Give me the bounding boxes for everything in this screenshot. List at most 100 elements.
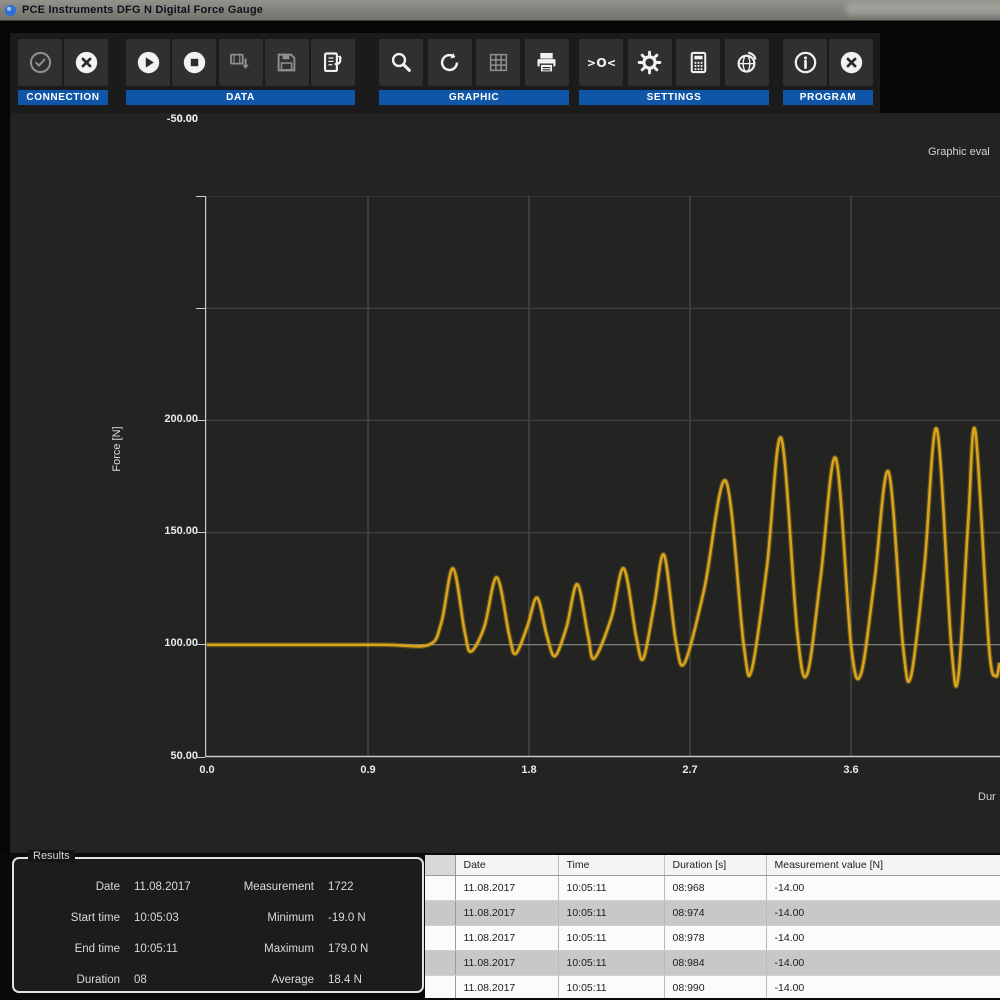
x-axis-label: Dur (978, 791, 996, 803)
y-tick-mark (196, 308, 205, 309)
table-cell: -14.00 (766, 875, 1000, 901)
y-tick-mark (196, 644, 205, 645)
calculator-button[interactable] (676, 39, 721, 86)
table-row[interactable]: 11.08.2017 10:05:11 08:974 -14.00 (425, 900, 1000, 926)
result-label: Start time (70, 911, 120, 924)
column-header[interactable]: Time (558, 855, 665, 876)
info-circle-icon (792, 49, 819, 76)
result-field: Maximum 179.0 N (214, 933, 414, 964)
check-circle-icon (27, 49, 54, 76)
connect-button[interactable] (18, 39, 62, 86)
row-selector[interactable] (425, 925, 456, 951)
toolbar-group-label: PROGRAM (783, 90, 873, 105)
table-cell: 11.08.2017 (455, 900, 559, 926)
magnifier-icon (388, 49, 415, 76)
zoom-button[interactable] (379, 39, 423, 86)
settings-button[interactable] (627, 39, 672, 86)
gear-icon (636, 49, 663, 76)
exit-button[interactable] (829, 39, 873, 86)
result-field: Average 18.4 N (214, 964, 414, 995)
chart-title: Graphic eval (928, 146, 990, 158)
table-cell: 11.08.2017 (455, 950, 559, 976)
toolbar-group-connection: CONNECTION (18, 39, 108, 105)
result-label: Maximum (264, 942, 314, 955)
disconnect-button[interactable] (64, 39, 108, 86)
info-button[interactable] (783, 39, 827, 86)
calculator-icon (685, 49, 712, 76)
table-row[interactable]: 11.08.2017 10:05:11 08:978 -14.00 (425, 925, 1000, 951)
result-field: Duration 08 (20, 964, 210, 995)
column-header[interactable]: Date (455, 855, 559, 876)
row-selector[interactable] (425, 900, 456, 926)
save-data-button[interactable] (264, 39, 309, 86)
refresh-icon (436, 49, 463, 76)
export-data-button[interactable] (311, 39, 355, 86)
result-field: End time 10:05:11 (20, 933, 210, 964)
stop-measurement-button[interactable] (172, 39, 217, 86)
x-tick-label: 0.0 (199, 764, 215, 776)
table-row[interactable]: 11.08.2017 10:05:11 08:984 -14.00 (425, 950, 1000, 976)
tare-button[interactable]: >O< (579, 39, 623, 86)
measurement-table: Date Time Duration [s] Measurement value [N… (425, 855, 1000, 998)
x-tick-label: 0.9 (360, 764, 376, 776)
play-circle-icon (135, 49, 162, 76)
table-cell: 10:05:11 (558, 900, 665, 926)
force-curve (207, 425, 1000, 689)
title-bar: PCE Instruments DFG N Digital Force Gaug… (0, 0, 1000, 21)
start-measurement-button[interactable] (126, 39, 170, 86)
force-curve (207, 426, 1000, 688)
toolbar-group-label: SETTINGS (579, 90, 769, 105)
table-cell: 10:05:11 (558, 925, 665, 951)
table-cell: -14.00 (766, 900, 1000, 926)
column-header[interactable]: Measurement value [N] (766, 855, 1000, 876)
table-cell: 08:990 (664, 975, 767, 998)
result-value: 1722 (328, 880, 354, 893)
app-icon[interactable] (4, 4, 17, 17)
export-document-icon (320, 49, 347, 76)
y-tick-mark (196, 196, 205, 197)
row-selector[interactable] (425, 975, 456, 998)
result-label: Duration (76, 973, 120, 986)
toolbar: CONNECTION DATA GRAPHIC >O< SETTINGS PROGRAM (10, 33, 880, 113)
table-cell: 10:05:11 (558, 975, 665, 998)
x-tick-label: 2.7 (682, 764, 698, 776)
result-value: 10:05:11 (134, 942, 178, 955)
y-tick-label: -50.00 (166, 113, 198, 125)
save-icon (273, 49, 300, 76)
print-button[interactable] (524, 39, 569, 86)
column-header[interactable]: Duration [s] (664, 855, 767, 876)
toolbar-group-label: DATA (126, 90, 355, 105)
printer-icon (533, 49, 560, 76)
result-value: 10:05:03 (134, 911, 179, 924)
transfer-data-button[interactable] (218, 39, 263, 86)
table-cell: 08:974 (664, 900, 767, 926)
globe-icon (733, 49, 760, 76)
result-value: -19.0 N (328, 911, 366, 924)
toolbar-group-label: CONNECTION (18, 90, 108, 105)
table-row[interactable]: 11.08.2017 10:05:11 08:990 -14.00 (425, 975, 1000, 998)
bottom-panel: Results Date 11.08.2017 Start time 10:05:03… (0, 850, 1000, 1000)
table-row[interactable]: 11.08.2017 10:05:11 08:968 -14.00 (425, 875, 1000, 901)
result-field: Date 11.08.2017 (20, 871, 210, 902)
chart-plot-area[interactable] (205, 196, 1000, 758)
language-button[interactable] (724, 39, 769, 86)
data-transfer-icon (227, 49, 254, 76)
table-cell: 11.08.2017 (455, 925, 559, 951)
table-cell: 10:05:11 (558, 875, 665, 901)
result-label: Average (271, 973, 314, 986)
refresh-button[interactable] (427, 39, 472, 86)
y-tick-label: 100.00 (164, 637, 198, 649)
y-tick-label: 50.00 (170, 750, 198, 762)
grid-icon (485, 49, 512, 76)
row-selector[interactable] (425, 950, 456, 976)
result-field: Measurement 1722 (214, 871, 414, 902)
toolbar-group-graphic: GRAPHIC (379, 39, 569, 105)
grid-button[interactable] (476, 39, 521, 86)
stop-circle-icon (181, 49, 208, 76)
result-field: Start time 10:05:03 (20, 902, 210, 933)
result-value: 11.08.2017 (134, 880, 191, 893)
row-selector[interactable] (425, 875, 456, 901)
results-title: Results (28, 850, 75, 862)
table-cell: 08:978 (664, 925, 767, 951)
toolbar-group-data: DATA (126, 39, 355, 105)
